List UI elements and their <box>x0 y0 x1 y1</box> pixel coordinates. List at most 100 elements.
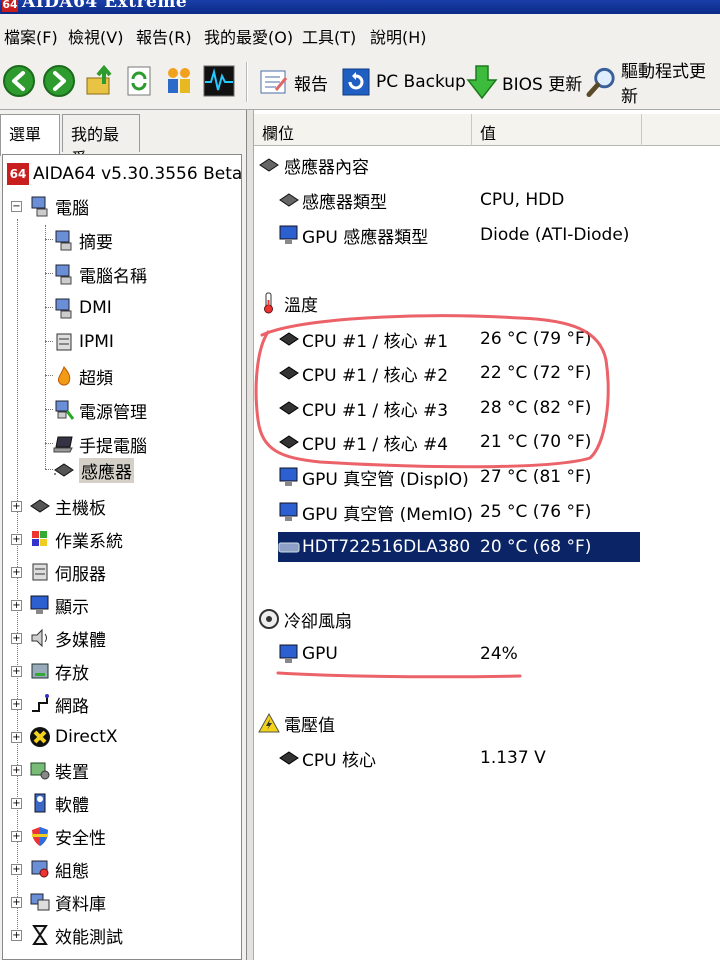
download-arrow-icon <box>466 65 498 100</box>
expand-icon[interactable]: + <box>11 797 22 809</box>
section-title: 感應器內容 <box>284 157 369 178</box>
menu-view[interactable]: 檢視(V) <box>68 24 123 48</box>
expand-icon[interactable]: + <box>11 566 22 578</box>
tree-item-computer-name[interactable]: 電腦名稱 <box>53 259 147 289</box>
tree-item-os[interactable]: + 作業系統 <box>11 524 123 554</box>
expand-icon[interactable]: + <box>11 500 22 512</box>
tab-favorites[interactable]: 我的最愛 <box>62 114 140 168</box>
expand-icon[interactable]: + <box>11 863 22 875</box>
sensor-chip-icon <box>54 463 74 477</box>
collapse-icon[interactable]: − <box>11 200 22 212</box>
expand-icon[interactable]: + <box>11 764 22 776</box>
aida64-icon: 64 <box>7 163 29 185</box>
windows-flag-icon <box>32 531 47 546</box>
tree-item-devices[interactable]: + 裝置 <box>11 755 89 785</box>
row-value: 21 °C (70 °F) <box>480 432 592 452</box>
expand-icon[interactable]: + <box>11 929 22 941</box>
tree-item-sensor[interactable]: 感應器 <box>53 455 134 485</box>
bios-update-button[interactable]: BIOS 更新 <box>466 62 582 102</box>
tree-connector <box>45 469 53 470</box>
expand-icon[interactable]: + <box>11 632 22 644</box>
list-row[interactable]: 感應器類型 CPU, HDD <box>278 185 678 215</box>
list-row[interactable]: GPU 真空管 (MemIO) 25 °C (76 °F) <box>278 497 678 527</box>
section-title: 電壓值 <box>284 715 335 736</box>
tree-item-dmi[interactable]: DMI <box>53 293 112 323</box>
list-row[interactable]: GPU 感應器類型 Diode (ATI-Diode) <box>278 220 678 250</box>
tree-item-display[interactable]: + 顯示 <box>11 590 89 620</box>
forward-icon[interactable] <box>42 64 76 98</box>
network-icon <box>32 694 49 712</box>
tree-item-multimedia[interactable]: + 多媒體 <box>11 623 106 653</box>
row-label: CPU #1 / 核心 #1 <box>302 331 449 352</box>
panel-splitter[interactable] <box>246 110 254 960</box>
back-icon[interactable] <box>2 64 36 98</box>
column-value[interactable]: 值 <box>472 114 642 146</box>
section-title: 溫度 <box>284 295 318 316</box>
list-row[interactable]: GPU 真空管 (DispIO) 27 °C (81 °F) <box>278 462 678 492</box>
list-row[interactable]: GPU 24% <box>278 639 678 669</box>
tab-menu[interactable]: 選單 <box>0 114 60 156</box>
tree-item-summary[interactable]: 摘要 <box>53 225 113 255</box>
tree-item-overclock[interactable]: 超頻 <box>53 361 113 391</box>
tree-item-ipmi[interactable]: IPMI <box>53 327 114 357</box>
section-sensor-properties: 感應器內容 <box>258 150 369 180</box>
tree-view[interactable]: 64 AIDA64 v5.30.3556 Beta − 電腦 摘要 電腦名稱 D… <box>2 154 242 960</box>
tree-item-security[interactable]: + 安全性 <box>11 821 106 851</box>
cpu-chip-icon <box>279 751 299 765</box>
expand-icon[interactable]: + <box>11 896 22 908</box>
tree-item-label: 超頻 <box>79 368 113 389</box>
list-row[interactable]: CPU 核心 1.137 V <box>278 743 678 773</box>
expand-icon[interactable]: + <box>11 830 22 842</box>
tree-item-config[interactable]: + 組態 <box>11 854 89 884</box>
menu-favorites[interactable]: 我的最愛(O) <box>204 24 293 48</box>
section-title: 冷卻風扇 <box>284 611 352 632</box>
menu-help[interactable]: 說明(H) <box>370 24 427 48</box>
tree-item-database[interactable]: + 資料庫 <box>11 887 106 917</box>
report-button[interactable]: 報告 <box>258 62 328 102</box>
computer-icon <box>31 196 48 217</box>
list-row[interactable]: CPU #1 / 核心 #1 26 °C (79 °F) <box>278 324 678 354</box>
tree-item-directx[interactable]: + DirectX <box>11 722 118 752</box>
list-row[interactable]: CPU #1 / 核心 #4 21 °C (70 °F) <box>278 427 678 457</box>
up-folder-icon[interactable] <box>84 64 118 98</box>
column-field-label: 欄位 <box>262 124 295 143</box>
expand-icon[interactable]: + <box>11 533 22 545</box>
menu-tools[interactable]: 工具(T) <box>302 24 356 48</box>
row-value: 27 °C (81 °F) <box>480 467 592 487</box>
driver-update-button[interactable]: 驅動程式更新 <box>586 62 720 107</box>
tree-item-motherboard[interactable]: + 主機板 <box>11 491 106 521</box>
expand-icon[interactable]: + <box>11 599 22 611</box>
cpu-chip-icon <box>279 401 299 415</box>
list-row-selected[interactable]: HDT722516DLA380 20 °C (68 °F) <box>278 532 640 562</box>
tree-item-label: 組態 <box>55 861 89 882</box>
expand-icon[interactable]: + <box>11 665 22 677</box>
computer-icon <box>55 264 72 285</box>
section-cooling-fan: 冷卻風扇 <box>258 604 352 634</box>
row-label: CPU #1 / 核心 #3 <box>302 400 449 421</box>
graph-icon[interactable] <box>202 64 236 98</box>
tree-item-power-management[interactable]: 電源管理 <box>53 395 147 425</box>
tree-root[interactable]: 64 AIDA64 v5.30.3556 Beta <box>7 159 241 189</box>
tree-item-storage[interactable]: + 存放 <box>11 656 89 686</box>
pc-backup-label: PC Backup <box>376 72 466 92</box>
refresh-icon[interactable] <box>122 64 156 98</box>
hourglass-icon <box>32 925 48 945</box>
list-row[interactable]: CPU #1 / 核心 #2 22 °C (72 °F) <box>278 358 678 388</box>
tree-item-benchmark[interactable]: + 效能測試 <box>11 920 123 950</box>
users-icon[interactable] <box>162 64 196 98</box>
tree-item-server[interactable]: + 伺服器 <box>11 557 106 587</box>
list-row[interactable]: CPU #1 / 核心 #3 28 °C (82 °F) <box>278 393 678 423</box>
tree-item-software[interactable]: + 軟體 <box>11 788 89 818</box>
pc-backup-button[interactable]: PC Backup <box>340 62 466 102</box>
menu-file[interactable]: 檔案(F) <box>4 24 58 48</box>
tree-item-network[interactable]: + 網路 <box>11 689 89 719</box>
toolbar-separator <box>246 62 248 102</box>
column-field[interactable]: 欄位 <box>254 114 472 146</box>
tree-item-label: 電源管理 <box>79 402 147 423</box>
expand-icon[interactable]: + <box>11 698 22 710</box>
menu-report[interactable]: 報告(R) <box>136 24 192 48</box>
section-voltage: 電壓值 <box>258 708 335 738</box>
directx-icon <box>30 727 50 747</box>
expand-icon[interactable]: + <box>11 731 22 743</box>
tree-item-computer[interactable]: − 電腦 <box>11 191 89 221</box>
